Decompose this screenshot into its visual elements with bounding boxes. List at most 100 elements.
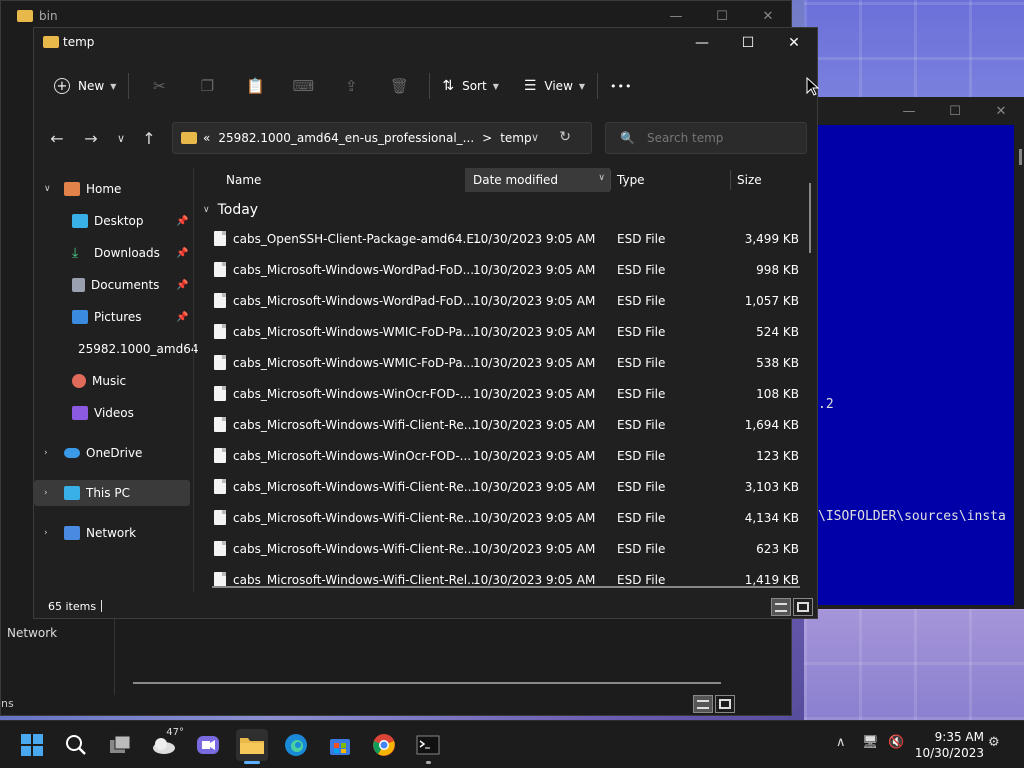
address-dropdown-button[interactable]: ∨: [531, 131, 539, 144]
search-input[interactable]: [646, 131, 797, 145]
notification-center-icon[interactable]: ⚙: [988, 735, 1000, 750]
clock[interactable]: 9:35 AM 10/30/2023: [915, 729, 984, 761]
sidebar-item-pictures[interactable]: Pictures 📌: [34, 304, 190, 330]
file-list[interactable]: Name Date modified ∨ Type Size ∨ Today c…: [199, 168, 811, 588]
table-row[interactable]: cabs_Microsoft-Windows-Wifi-Client-Re...…: [199, 472, 799, 502]
table-row[interactable]: cabs_Microsoft-Windows-WordPad-FoD... 10/…: [199, 286, 799, 316]
horizontal-scrollbar[interactable]: [212, 586, 800, 588]
file-type: ESD File: [617, 449, 666, 463]
weather-widget-button[interactable]: 47°: [148, 727, 184, 761]
chevron-right-icon[interactable]: ›: [44, 448, 48, 458]
maximize-button[interactable]: ☐: [725, 28, 771, 58]
chrome-browser-button[interactable]: [368, 729, 400, 761]
close-button[interactable]: ✕: [771, 28, 817, 58]
new-button[interactable]: + New ▼: [48, 70, 122, 102]
column-header-name[interactable]: Name: [218, 168, 448, 192]
table-row[interactable]: cabs_Microsoft-Windows-Wifi-Client-Re...…: [199, 503, 799, 533]
pin-icon[interactable]: 📌: [176, 280, 188, 291]
table-row[interactable]: cabs_Microsoft-Windows-WordPad-FoD... 10/…: [199, 255, 799, 285]
table-row[interactable]: cabs_OpenSSH-Client-Package-amd64.E... 10…: [199, 224, 799, 254]
bin-horizontal-scrollbar[interactable]: [133, 682, 721, 684]
table-row[interactable]: cabs_Microsoft-Windows-WinOcr-FOD-... 10/…: [199, 441, 799, 471]
file-name: cabs_Microsoft-Windows-Wifi-Client-Re...: [233, 418, 476, 432]
table-row[interactable]: cabs_Microsoft-Windows-Wifi-Client-Re...…: [199, 410, 799, 440]
bin-details-view-button[interactable]: [693, 695, 713, 713]
chevron-right-icon[interactable]: ›: [44, 528, 48, 538]
paste-button[interactable]: 📋: [231, 70, 279, 102]
details-view-button[interactable]: [771, 598, 791, 616]
table-row[interactable]: cabs_Microsoft-Windows-Wifi-Client-Re...…: [199, 534, 799, 564]
table-row[interactable]: cabs_Microsoft-Windows-WMIC-FoD-Pa... 10/…: [199, 348, 799, 378]
group-header-today[interactable]: ∨ Today: [199, 202, 258, 218]
sidebar-item-this-pc[interactable]: › This PC: [34, 480, 190, 506]
sidebar-item-downloads[interactable]: ⤓ Downloads 📌: [34, 240, 190, 266]
volume-muted-icon[interactable]: 🔇: [888, 735, 904, 750]
breadcrumb-overflow[interactable]: «: [203, 131, 210, 145]
sidebar-item-desktop[interactable]: Desktop 📌: [34, 208, 190, 234]
breadcrumb-item[interactable]: temp: [500, 131, 531, 145]
file-explorer-taskbar-button[interactable]: [236, 729, 268, 764]
network-status-icon[interactable]: 🖥: [862, 735, 879, 750]
breadcrumb-separator[interactable]: >: [482, 131, 492, 145]
sidebar-item-onedrive[interactable]: › OneDrive: [34, 440, 190, 466]
breadcrumb-item[interactable]: 25982.1000_amd64_en-us_professional_...: [218, 131, 474, 145]
bin-sidebar-item-network[interactable]: Network: [7, 626, 57, 640]
vertical-scrollbar[interactable]: [809, 183, 811, 253]
column-header-type[interactable]: Type: [609, 168, 729, 192]
pane-divider[interactable]: [193, 168, 194, 592]
chevron-down-icon[interactable]: ∨: [598, 173, 605, 183]
minimize-button[interactable]: —: [679, 28, 725, 58]
cmd-console-area[interactable]: .2 \ISOFOLDER\sources\insta: [818, 125, 1014, 605]
view-button[interactable]: ☰ View ▼: [518, 70, 591, 102]
table-row[interactable]: cabs_Microsoft-Windows-WMIC-FoD-Pa... 10/…: [199, 317, 799, 347]
table-row[interactable]: cabs_Microsoft-Windows-WinOcr-FOD-... 10/…: [199, 379, 799, 409]
temp-explorer-window[interactable]: temp — ☐ ✕ + New ▼ ✂ ❐ 📋 ⌨ ⇪ 🗑 ⇅ Sort ▼ …: [33, 27, 818, 619]
sort-button[interactable]: ⇅ Sort ▼: [436, 70, 505, 102]
pin-icon[interactable]: 📌: [176, 216, 188, 227]
tiles-view-button[interactable]: [793, 598, 813, 616]
terminal-taskbar-button[interactable]: [412, 729, 444, 764]
sidebar-item-music[interactable]: Music: [34, 368, 190, 394]
show-hidden-icons-button[interactable]: ∧: [836, 735, 846, 750]
table-row[interactable]: cabs_Microsoft-Windows-Wifi-Client-Rel..…: [199, 565, 799, 588]
column-header-size[interactable]: Size: [729, 168, 799, 192]
rename-button[interactable]: ⌨: [279, 70, 327, 102]
chevron-down-icon[interactable]: ∨: [44, 184, 51, 194]
forward-button[interactable]: →: [76, 120, 106, 156]
back-button[interactable]: ←: [42, 120, 72, 156]
sidebar-item-documents[interactable]: Documents 📌: [34, 272, 190, 298]
tiles-view-icon: [719, 699, 731, 709]
cmd-scrollbar[interactable]: [1019, 149, 1022, 165]
cmd-maximize-button[interactable]: ☐: [932, 97, 978, 125]
address-bar[interactable]: « 25982.1000_amd64_en-us_professional_..…: [172, 122, 592, 154]
cmd-minimize-button[interactable]: —: [886, 97, 932, 125]
delete-button[interactable]: 🗑: [375, 70, 423, 102]
search-taskbar-button[interactable]: [60, 729, 92, 761]
pin-icon[interactable]: 📌: [176, 248, 188, 259]
copy-button[interactable]: ❐: [183, 70, 231, 102]
bin-tiles-view-button[interactable]: [715, 695, 735, 713]
edge-browser-button[interactable]: [280, 729, 312, 761]
refresh-button[interactable]: ↻: [559, 129, 571, 145]
chevron-right-icon[interactable]: ›: [44, 488, 48, 498]
chevron-down-icon: ▼: [492, 81, 499, 91]
sidebar-item-home[interactable]: ∨ Home: [34, 176, 190, 202]
pin-icon[interactable]: 📌: [176, 312, 188, 323]
search-box[interactable]: 🔍: [605, 122, 807, 154]
share-button[interactable]: ⇪: [327, 70, 375, 102]
recent-locations-button[interactable]: ∨: [106, 120, 136, 156]
more-options-button[interactable]: •••: [604, 70, 638, 102]
command-prompt-window[interactable]: — ☐ ✕ .2 \ISOFOLDER\sources\insta: [810, 97, 1024, 609]
sidebar-item-network[interactable]: › Network: [34, 520, 190, 546]
teams-chat-button[interactable]: [192, 729, 224, 761]
column-header-date-modified[interactable]: Date modified ∨: [465, 168, 610, 192]
cut-button[interactable]: ✂: [135, 70, 183, 102]
plus-icon: +: [54, 78, 70, 94]
task-view-button[interactable]: [104, 729, 136, 761]
sidebar-item-videos[interactable]: Videos: [34, 400, 190, 426]
up-button[interactable]: ↑: [134, 120, 164, 156]
sidebar-item-25982-folder[interactable]: 25982.1000_amd64: [34, 336, 198, 362]
cmd-close-button[interactable]: ✕: [978, 97, 1024, 125]
start-button[interactable]: [16, 729, 48, 761]
store-button[interactable]: [324, 729, 356, 761]
